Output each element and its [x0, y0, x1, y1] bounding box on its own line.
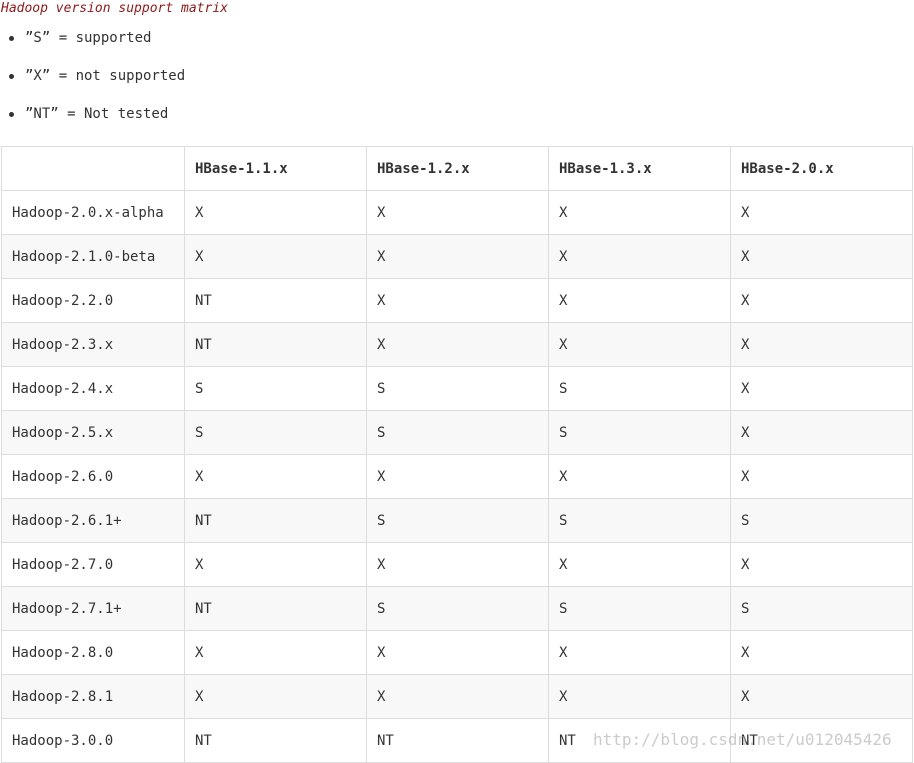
row-header-hadoop-version: Hadoop-2.0.x-alpha: [1, 190, 185, 235]
support-status-cell: NT: [184, 718, 367, 763]
bullet-icon: [9, 36, 14, 41]
support-status-cell: X: [184, 234, 367, 279]
support-status-cell: S: [184, 410, 367, 455]
support-status-cell: X: [366, 630, 549, 675]
column-header-hbase: HBase-1.3.x: [548, 146, 731, 191]
table-header-row: HBase-1.1.x HBase-1.2.x HBase-1.3.x HBase-2…: [1, 146, 913, 191]
legend-item-not-supported: ”X” = not supported: [0, 66, 185, 104]
bullet-icon: [9, 112, 14, 117]
column-header-hbase: HBase-1.2.x: [366, 146, 549, 191]
row-header-hadoop-version: Hadoop-2.8.0: [1, 630, 185, 675]
legend-list: ”S” = supported ”X” = not supported ”NT”…: [0, 28, 185, 142]
support-status-cell: NT: [366, 718, 549, 763]
support-status-cell: X: [548, 454, 731, 499]
support-status-cell: X: [730, 542, 913, 587]
support-status-cell: X: [730, 410, 913, 455]
support-status-cell: X: [548, 674, 731, 719]
support-status-cell: X: [184, 454, 367, 499]
support-status-cell: X: [548, 278, 731, 323]
support-status-cell: S: [366, 366, 549, 411]
support-status-cell: X: [366, 190, 549, 235]
support-status-cell: X: [366, 674, 549, 719]
support-status-cell: X: [548, 542, 731, 587]
table-row: Hadoop-2.6.0 X X X X: [1, 454, 913, 499]
support-status-cell: X: [730, 190, 913, 235]
support-status-cell: X: [366, 322, 549, 367]
table-row: Hadoop-2.5.x S S S X: [1, 410, 913, 455]
row-header-hadoop-version: Hadoop-2.6.0: [1, 454, 185, 499]
support-status-cell: X: [730, 454, 913, 499]
table-row: Hadoop-2.2.0 NT X X X: [1, 278, 913, 323]
table-row: Hadoop-2.8.1 X X X X: [1, 674, 913, 719]
support-status-cell: S: [366, 410, 549, 455]
row-header-hadoop-version: Hadoop-2.7.0: [1, 542, 185, 587]
support-status-cell: X: [184, 542, 367, 587]
support-status-cell: S: [730, 498, 913, 543]
support-status-cell: X: [548, 322, 731, 367]
support-status-cell: X: [366, 278, 549, 323]
row-header-hadoop-version: Hadoop-3.0.0: [1, 718, 185, 763]
column-header-hbase: HBase-2.0.x: [730, 146, 913, 191]
support-status-cell: X: [184, 674, 367, 719]
support-status-cell: X: [184, 190, 367, 235]
support-status-cell: S: [730, 586, 913, 631]
support-status-cell: NT: [184, 498, 367, 543]
table-row: Hadoop-3.0.0 NT NT NT NT: [1, 718, 913, 763]
support-status-cell: S: [366, 498, 549, 543]
support-status-cell: X: [548, 190, 731, 235]
corner-header-cell: [1, 146, 185, 191]
support-status-cell: X: [548, 630, 731, 675]
legend-item-not-tested: ”NT” = Not tested: [0, 104, 185, 142]
support-status-cell: X: [184, 630, 367, 675]
row-header-hadoop-version: Hadoop-2.7.1+: [1, 586, 185, 631]
bullet-icon: [9, 74, 14, 79]
support-status-cell: S: [548, 498, 731, 543]
support-status-cell: X: [730, 674, 913, 719]
support-status-cell: S: [366, 586, 549, 631]
support-status-cell: X: [548, 234, 731, 279]
row-header-hadoop-version: Hadoop-2.1.0-beta: [1, 234, 185, 279]
table-caption: Hadoop version support matrix: [1, 1, 228, 16]
support-status-cell: S: [548, 410, 731, 455]
support-status-cell: S: [548, 366, 731, 411]
table-body: Hadoop-2.0.x-alpha X X X X Hadoop-2.1.0-beta X…: [1, 190, 913, 763]
support-status-cell: S: [184, 366, 367, 411]
table-row: Hadoop-2.7.0 X X X X: [1, 542, 913, 587]
table-row: Hadoop-2.4.x S S S X: [1, 366, 913, 411]
support-status-cell: X: [366, 454, 549, 499]
support-status-cell: X: [366, 542, 549, 587]
table-row: Hadoop-2.6.1+ NT S S S: [1, 498, 913, 543]
row-header-hadoop-version: Hadoop-2.3.x: [1, 322, 185, 367]
support-status-cell: X: [366, 234, 549, 279]
support-status-cell: X: [730, 278, 913, 323]
table-row: Hadoop-2.3.x NT X X X: [1, 322, 913, 367]
support-status-cell: X: [730, 630, 913, 675]
support-status-cell: NT: [184, 586, 367, 631]
row-header-hadoop-version: Hadoop-2.8.1: [1, 674, 185, 719]
legend-item-label: ”S” = supported: [25, 30, 152, 46]
table-row: Hadoop-2.0.x-alpha X X X X: [1, 190, 913, 235]
column-header-hbase: HBase-1.1.x: [184, 146, 367, 191]
support-status-cell: NT: [184, 278, 367, 323]
version-support-table: HBase-1.1.x HBase-1.2.x HBase-1.3.x HBase-2…: [1, 146, 913, 763]
table-row: Hadoop-2.8.0 X X X X: [1, 630, 913, 675]
row-header-hadoop-version: Hadoop-2.4.x: [1, 366, 185, 411]
support-status-cell: NT: [184, 322, 367, 367]
table-row: Hadoop-2.7.1+ NT S S S: [1, 586, 913, 631]
legend-item-label: ”X” = not supported: [25, 68, 186, 84]
support-status-cell: X: [730, 322, 913, 367]
support-status-cell: X: [730, 234, 913, 279]
row-header-hadoop-version: Hadoop-2.5.x: [1, 410, 185, 455]
legend-item-supported: ”S” = supported: [0, 28, 185, 66]
support-status-cell: X: [730, 366, 913, 411]
row-header-hadoop-version: Hadoop-2.2.0: [1, 278, 185, 323]
row-header-hadoop-version: Hadoop-2.6.1+: [1, 498, 185, 543]
support-status-cell: S: [548, 586, 731, 631]
support-status-cell: NT: [548, 718, 731, 763]
table-row: Hadoop-2.1.0-beta X X X X: [1, 234, 913, 279]
legend-item-label: ”NT” = Not tested: [25, 106, 169, 122]
support-status-cell: NT: [730, 718, 913, 763]
